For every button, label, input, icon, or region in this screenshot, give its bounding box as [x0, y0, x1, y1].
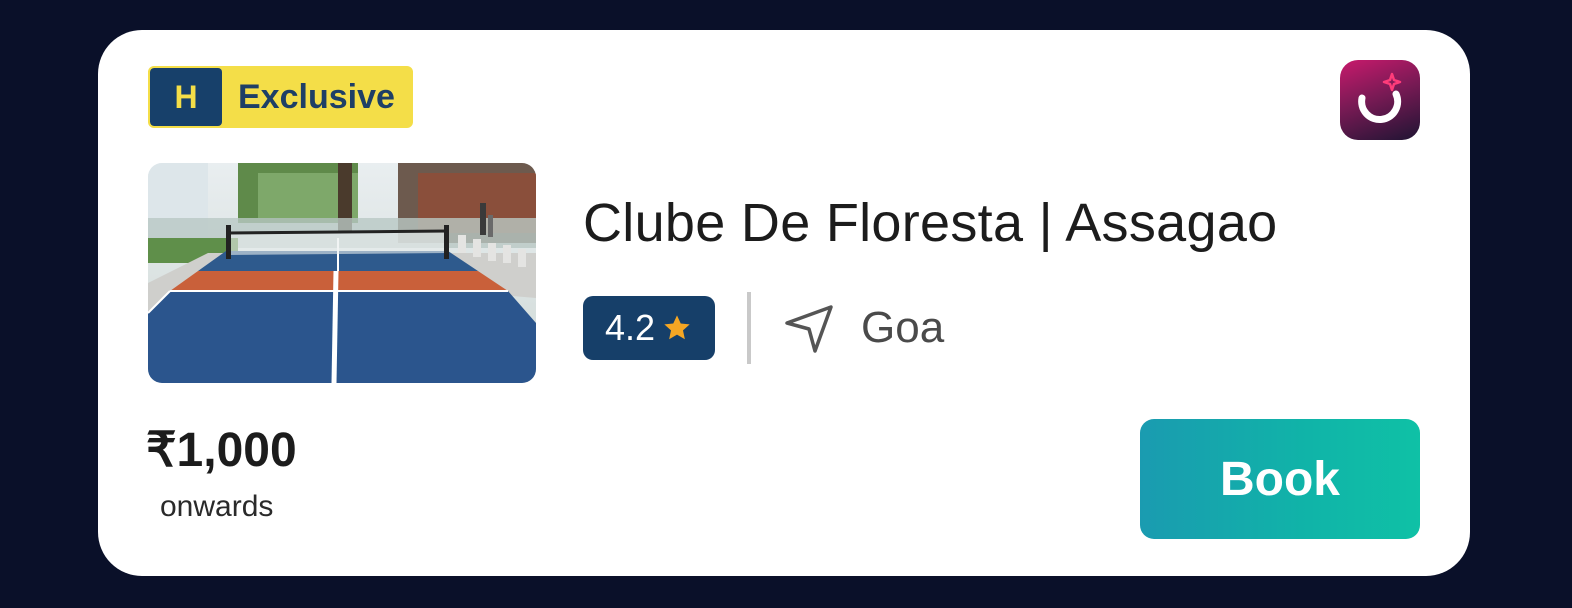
star-icon [661, 312, 693, 344]
badge-letter: H [150, 68, 222, 126]
meta-divider [747, 292, 751, 364]
price-amount: ₹1,000 [146, 424, 297, 477]
rating-badge: 4.2 [583, 296, 715, 360]
venue-photo[interactable] [148, 163, 536, 383]
rating-value: 4.2 [604, 307, 656, 348]
venue-title[interactable]: Clube De Floresta | Assagao [583, 192, 1278, 254]
book-button[interactable]: Book [1140, 419, 1420, 539]
venue-meta: 4.2 Goa [583, 292, 944, 364]
venue-card[interactable]: H Exclusive Clube De Floresta | Assagao … [98, 30, 1470, 576]
app-logo-icon [1340, 60, 1420, 140]
exclusive-badge: H Exclusive [148, 66, 413, 128]
navigation-arrow-icon [783, 301, 837, 355]
badge-label: Exclusive [238, 77, 395, 116]
venue-location: Goa [861, 303, 945, 352]
price-suffix: onwards [160, 490, 274, 523]
